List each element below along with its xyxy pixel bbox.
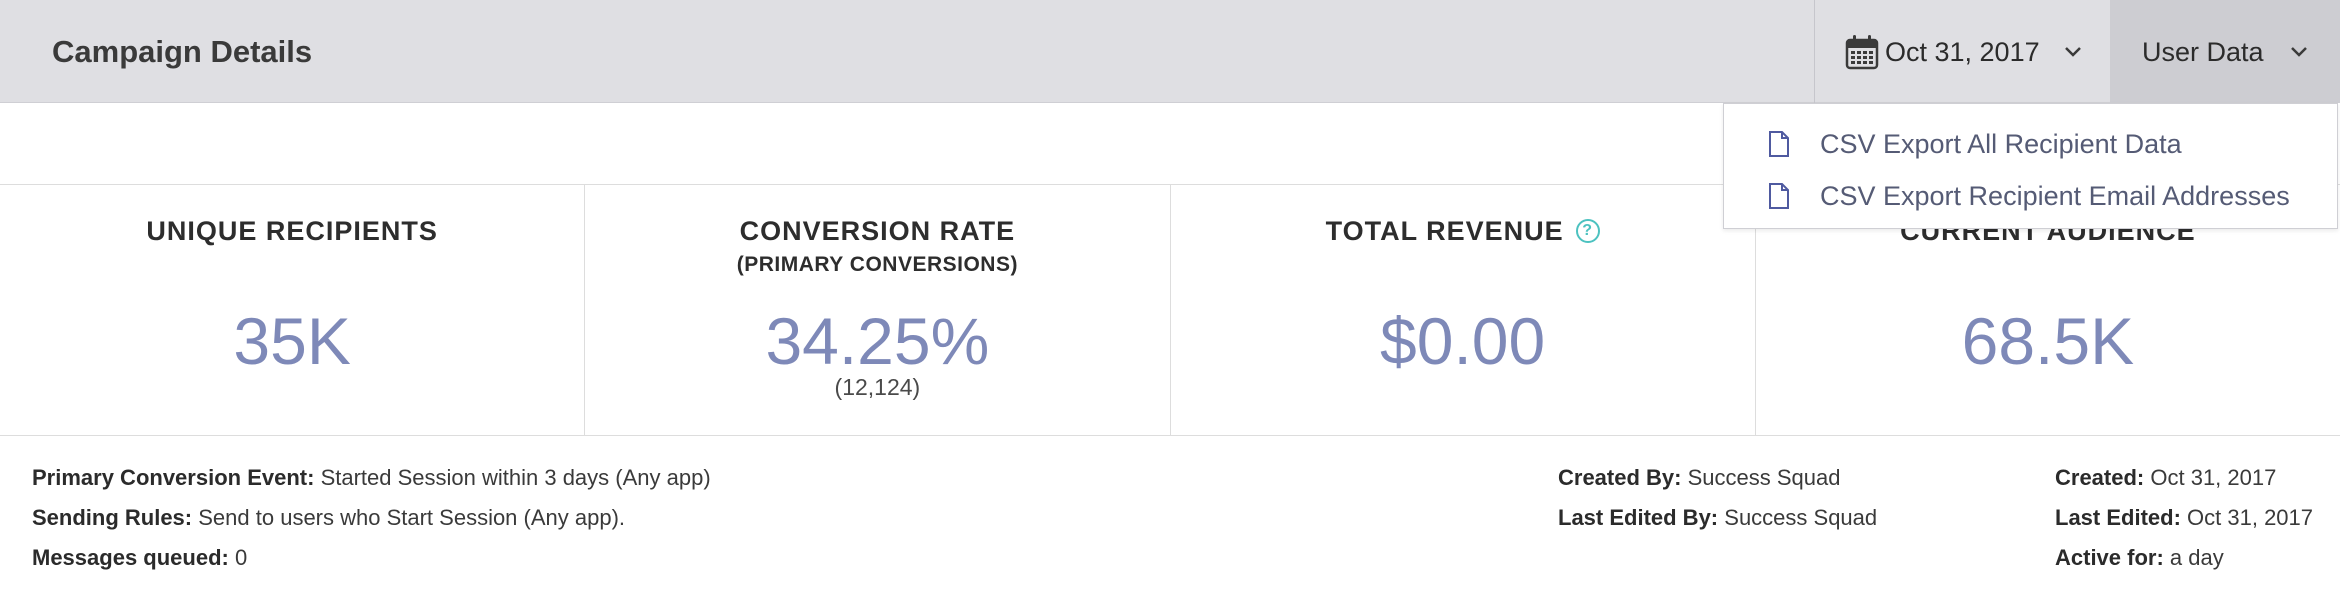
- stat-conversion-rate: CONVERSION RATE (PRIMARY CONVERSIONS) 34…: [585, 185, 1171, 435]
- document-icon: [1769, 183, 1789, 209]
- stat-value: 34.25%: [765, 304, 990, 378]
- campaign-info-dates: Created: Oct 31, 2017 Last Edited: Oct 3…: [2055, 458, 2313, 578]
- page-header: Campaign Details Oct 31, 2017 User Data: [0, 0, 2340, 103]
- date-picker[interactable]: Oct 31, 2017: [1814, 0, 2110, 103]
- active-for: Active for: a day: [2055, 538, 2313, 578]
- stat-value: 68.5K: [1961, 304, 2135, 378]
- stat-label: CONVERSION RATE: [739, 216, 1016, 246]
- meta-value: Success Squad: [1687, 465, 1841, 490]
- created-by: Created By: Success Squad: [1558, 458, 1877, 498]
- user-data-button[interactable]: User Data: [2110, 0, 2340, 103]
- meta-key: Last Edited:: [2055, 505, 2181, 530]
- meta-value: a day: [2169, 545, 2224, 570]
- stat-sublabel: (PRIMARY CONVERSIONS): [736, 253, 1018, 276]
- stat-count: (12,124): [834, 374, 921, 400]
- meta-key: Primary Conversion Event:: [32, 465, 315, 490]
- chevron-down-icon: [2064, 46, 2081, 57]
- stat-total-revenue: TOTAL REVENUE ? $0.00: [1171, 185, 1756, 435]
- user-data-dropdown-menu: CSV Export All Recipient Data CSV Export…: [1723, 103, 2338, 229]
- last-edited-date: Last Edited: Oct 31, 2017: [2055, 498, 2313, 538]
- meta-value: Started Session within 3 days (Any app): [320, 465, 711, 490]
- meta-key: Last Edited By:: [1558, 505, 1719, 530]
- menu-item-csv-export-all[interactable]: CSV Export All Recipient Data: [1724, 118, 2337, 170]
- menu-item-csv-export-emails[interactable]: CSV Export Recipient Email Addresses: [1724, 170, 2337, 222]
- sending-rules: Sending Rules: Send to users who Start S…: [32, 498, 711, 538]
- last-edited-by: Last Edited By: Success Squad: [1558, 498, 1877, 538]
- meta-key: Messages queued:: [32, 545, 229, 570]
- meta-value: Oct 31, 2017: [2150, 465, 2277, 490]
- meta-key: Created By:: [1558, 465, 1682, 490]
- messages-queued: Messages queued: 0: [32, 538, 711, 578]
- primary-conversion-event: Primary Conversion Event: Started Sessio…: [32, 458, 711, 498]
- document-icon: [1769, 131, 1789, 157]
- meta-value: Send to users who Start Session (Any app…: [198, 505, 626, 530]
- campaign-info-left: Primary Conversion Event: Started Sessio…: [32, 458, 711, 578]
- stat-label: UNIQUE RECIPIENTS: [146, 216, 438, 246]
- meta-value: Success Squad: [1724, 505, 1878, 530]
- meta-value: Oct 31, 2017: [2187, 505, 2314, 530]
- calendar-icon: [1845, 34, 1879, 69]
- stat-unique-recipients: UNIQUE RECIPIENTS 35K: [0, 185, 586, 435]
- page-title: Campaign Details: [52, 34, 313, 69]
- date-picker-value: Oct 31, 2017: [1885, 36, 2040, 67]
- meta-key: Active for:: [2055, 545, 2164, 570]
- stat-label: TOTAL REVENUE: [1325, 216, 1564, 246]
- stat-value: 35K: [233, 304, 351, 378]
- meta-value: 0: [234, 545, 248, 570]
- chevron-down-icon: [2290, 46, 2307, 57]
- created-date: Created: Oct 31, 2017: [2055, 458, 2313, 498]
- menu-item-label: CSV Export Recipient Email Addresses: [1820, 181, 2290, 211]
- campaign-info-authors: Created By: Success Squad Last Edited By…: [1558, 458, 1877, 538]
- stat-label-row: TOTAL REVENUE ?: [1171, 214, 1755, 248]
- meta-key: Sending Rules:: [32, 505, 193, 530]
- stat-value: $0.00: [1380, 304, 1546, 378]
- user-data-label: User Data: [2142, 36, 2264, 67]
- menu-item-label: CSV Export All Recipient Data: [1820, 129, 2182, 159]
- meta-key: Created:: [2055, 465, 2145, 490]
- help-icon[interactable]: ?: [1575, 219, 1600, 243]
